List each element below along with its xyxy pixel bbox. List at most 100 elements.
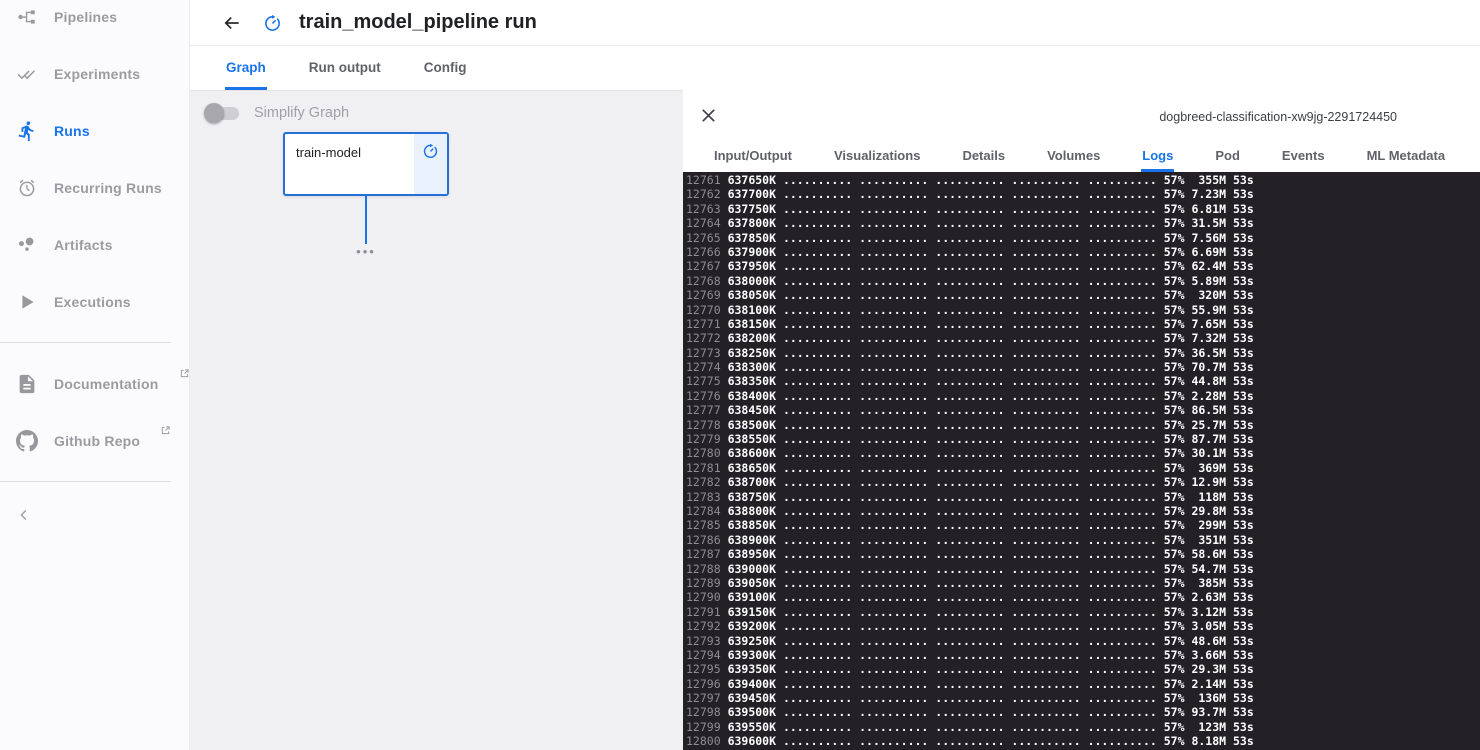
graph-node-status: [414, 134, 447, 194]
simplify-graph-control: Simplify Graph: [204, 103, 350, 123]
external-link-icon: [180, 369, 189, 378]
artifacts-icon: [16, 234, 38, 256]
simplify-graph-label: Simplify Graph: [254, 105, 350, 121]
status-running-icon: [263, 13, 282, 32]
tab-logs[interactable]: Logs: [1141, 142, 1175, 172]
tab-visualizations[interactable]: Visualizations: [833, 142, 921, 172]
pod-name-title: dogbreed-classification-xw9jg-2291724450: [1159, 110, 1397, 124]
node-detail-panel: dogbreed-classification-xw9jg-2291724450…: [683, 90, 1480, 750]
log-line: 12777 638450K .......... .......... ....…: [686, 403, 1254, 418]
graph-edge: [365, 196, 367, 244]
sidebar-item-label: Artifacts: [54, 236, 113, 253]
tab-ml-metadata[interactable]: ML Metadata: [1366, 142, 1447, 172]
sidebar-item-label: Runs: [54, 122, 90, 139]
sidebar-item-artifacts[interactable]: Artifacts: [0, 216, 189, 273]
log-line: 12798 639500K .......... .......... ....…: [686, 705, 1254, 720]
log-line: 12784 638800K .......... .......... ....…: [686, 503, 1254, 518]
sidebar-item-github-repo[interactable]: Github Repo: [0, 412, 189, 469]
tab-run-output[interactable]: Run output: [308, 47, 382, 90]
log-line: 12787 638950K .......... .......... ....…: [686, 547, 1254, 562]
sidebar-nav: Pipelines Experiments Runs Recurring Run…: [0, 0, 189, 529]
status-running-icon: [423, 143, 438, 158]
log-line: 12793 639250K .......... .......... ....…: [686, 633, 1254, 648]
log-line: 12783 638750K .......... .......... ....…: [686, 489, 1254, 504]
log-line: 12792 639200K .......... .......... ....…: [686, 619, 1254, 634]
graph-node-label: train-model: [296, 145, 362, 160]
log-line: 12790 639100K .......... .......... ....…: [686, 590, 1254, 605]
executions-icon: [16, 291, 38, 313]
sidebar-secondary-group: Documentation Github Repo: [0, 355, 189, 469]
log-line: 12775 638350K .......... .......... ....…: [686, 374, 1254, 389]
log-line: 12794 639300K .......... .......... ....…: [686, 647, 1254, 662]
log-view[interactable]: 12761 637650K .......... .......... ....…: [683, 172, 1480, 750]
documentation-icon: [16, 373, 38, 395]
runs-icon: [16, 120, 38, 142]
sidebar-item-runs[interactable]: Runs: [0, 102, 189, 159]
sidebar-divider: [0, 342, 171, 343]
log-line: 12771 638150K .......... .......... ....…: [686, 316, 1254, 331]
log-line: 12762 637700K .......... .......... ....…: [686, 187, 1254, 202]
sidebar-collapse-button[interactable]: [0, 506, 50, 529]
sidebar-item-label: Executions: [54, 293, 131, 310]
sidebar-item-documentation[interactable]: Documentation: [0, 355, 189, 412]
log-line: 12779 638550K .......... .......... ....…: [686, 432, 1254, 447]
tab-volumes[interactable]: Volumes: [1046, 142, 1101, 172]
arrow-back-icon: [224, 16, 239, 29]
sidebar-item-executions[interactable]: Executions: [0, 273, 189, 330]
tab-pod[interactable]: Pod: [1214, 142, 1241, 172]
page-title: train_model_pipeline run: [299, 11, 537, 33]
log-line: 12795 639350K .......... .......... ....…: [686, 662, 1254, 677]
kubeflow-pipelines-app: Pipelines Experiments Runs Recurring Run…: [0, 0, 1480, 750]
external-link-icon: [161, 426, 170, 435]
toggle-knob: [204, 103, 224, 123]
tab-details[interactable]: Details: [961, 142, 1006, 172]
log-line: 12778 638500K .......... .......... ....…: [686, 417, 1254, 432]
sidebar-item-label: Recurring Runs: [54, 179, 162, 196]
close-icon: [702, 109, 715, 122]
log-line: 12765 637850K .......... .......... ....…: [686, 230, 1254, 245]
log-line: 12767 637950K .......... .......... ....…: [686, 259, 1254, 274]
detail-tabs: Input/Output Visualizations Details Volu…: [683, 142, 1446, 172]
close-button[interactable]: [699, 106, 718, 125]
log-line: 12788 639000K .......... .......... ....…: [686, 561, 1254, 576]
log-line: 12764 637800K .......... .......... ....…: [686, 216, 1254, 231]
sidebar-item-recurring-runs[interactable]: Recurring Runs: [0, 159, 189, 216]
log-line: 12782 638700K .......... .......... ....…: [686, 475, 1254, 490]
sidebar: Pipelines Experiments Runs Recurring Run…: [0, 0, 190, 750]
tab-events[interactable]: Events: [1281, 142, 1326, 172]
graph-panel: Simplify Graph train-model •••: [190, 90, 683, 750]
log-line: 12780 638600K .......... .......... ....…: [686, 446, 1254, 461]
log-line: 12785 638850K .......... .......... ....…: [686, 518, 1254, 533]
log-line: 12766 637900K .......... .......... ....…: [686, 244, 1254, 259]
sidebar-item-pipelines[interactable]: Pipelines: [0, 0, 189, 45]
log-line: 12769 638050K .......... .......... ....…: [686, 288, 1254, 303]
run-header: train_model_pipeline run: [190, 0, 1480, 46]
run-tabs: Graph Run output Config: [190, 47, 1480, 90]
log-line: 12768 638000K .......... .......... ....…: [686, 273, 1254, 288]
chevron-left-icon: [20, 510, 27, 520]
back-button[interactable]: [222, 13, 242, 33]
log-line: 12774 638300K .......... .......... ....…: [686, 360, 1254, 375]
log-line: 12773 638250K .......... .......... ....…: [686, 345, 1254, 360]
log-line: 12772 638200K .......... .......... ....…: [686, 331, 1254, 346]
log-line: 12796 639400K .......... .......... ....…: [686, 676, 1254, 691]
log-line: 12781 638650K .......... .......... ....…: [686, 460, 1254, 475]
sidebar-item-experiments[interactable]: Experiments: [0, 45, 189, 102]
tab-input-output[interactable]: Input/Output: [713, 142, 793, 172]
log-line: 12770 638100K .......... .......... ....…: [686, 302, 1254, 317]
tab-config[interactable]: Config: [423, 47, 468, 90]
tab-graph[interactable]: Graph: [225, 47, 267, 90]
experiments-icon: [16, 63, 38, 85]
simplify-graph-toggle[interactable]: [204, 103, 239, 123]
log-line: 12786 638900K .......... .......... ....…: [686, 532, 1254, 547]
log-line: 12800 639600K .......... .......... ....…: [686, 734, 1254, 749]
sidebar-divider: [0, 481, 171, 482]
log-line: 12763 637750K .......... .......... ....…: [686, 201, 1254, 216]
log-line: 12776 638400K .......... .......... ....…: [686, 388, 1254, 403]
log-line: 12789 639050K .......... .......... ....…: [686, 575, 1254, 590]
sidebar-item-label: Pipelines: [54, 8, 118, 25]
pipelines-icon: [16, 6, 38, 28]
graph-more-nodes-indicator: •••: [356, 244, 376, 259]
graph-node-train-model[interactable]: train-model: [283, 132, 449, 196]
sidebar-item-label: Documentation: [54, 375, 159, 392]
